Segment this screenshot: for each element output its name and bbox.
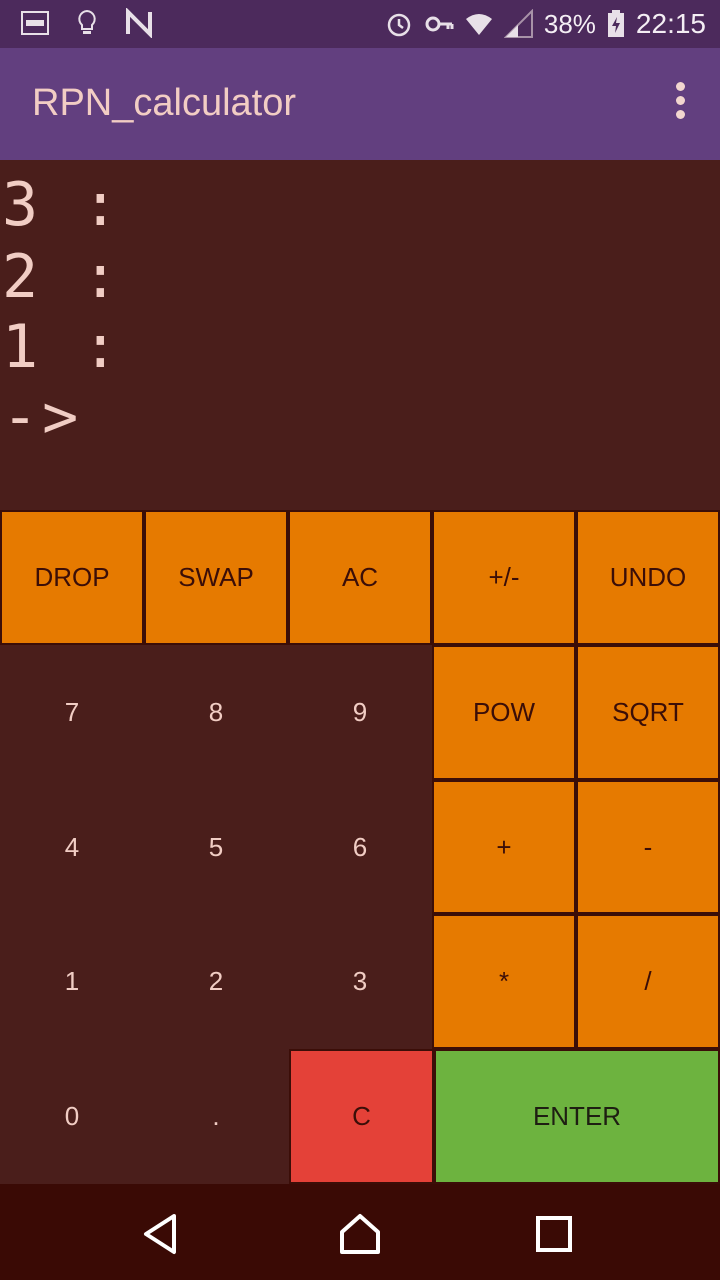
all-clear-button[interactable]: AC bbox=[288, 510, 432, 645]
digit-2-button[interactable]: 2 bbox=[144, 914, 288, 1049]
back-icon[interactable] bbox=[136, 1210, 184, 1258]
sqrt-button[interactable]: SQRT bbox=[576, 645, 720, 780]
digit-0-button[interactable]: 0 bbox=[0, 1049, 144, 1184]
signal-icon bbox=[503, 9, 533, 38]
input-prompt[interactable]: -> bbox=[2, 382, 82, 452]
keypad: DROP SWAP AC +/- UNDO 7 8 9 POW SQRT 4 5… bbox=[0, 510, 720, 1184]
screenshot-icon bbox=[21, 11, 49, 35]
clock: 22:15 bbox=[635, 8, 706, 39]
more-vertical-icon[interactable] bbox=[670, 82, 690, 126]
drop-button[interactable]: DROP bbox=[0, 510, 144, 645]
digit-4-button[interactable]: 4 bbox=[0, 780, 144, 914]
battery-percent: 38% bbox=[543, 8, 596, 39]
digit-9-button[interactable]: 9 bbox=[288, 645, 432, 780]
digit-6-button[interactable]: 6 bbox=[288, 780, 432, 914]
navigation-bar bbox=[0, 1184, 720, 1280]
multiply-button[interactable]: * bbox=[432, 914, 576, 1049]
digit-3-button[interactable]: 3 bbox=[288, 914, 432, 1049]
decimal-button[interactable]: . bbox=[144, 1049, 288, 1184]
enter-button[interactable]: ENTER bbox=[434, 1049, 720, 1184]
digit-1-button[interactable]: 1 bbox=[0, 914, 144, 1049]
undo-button[interactable]: UNDO bbox=[576, 510, 720, 645]
wifi-icon bbox=[465, 14, 492, 35]
clear-button[interactable]: C bbox=[289, 1049, 434, 1184]
recents-icon[interactable] bbox=[530, 1210, 578, 1258]
stack-level-2: 2 : bbox=[2, 242, 123, 312]
stack-display: 3 : 2 : 1 : -> bbox=[0, 160, 720, 510]
alarm-icon bbox=[387, 13, 411, 37]
digit-7-button[interactable]: 7 bbox=[0, 645, 144, 780]
battery-charging-icon bbox=[607, 10, 624, 37]
app-title: RPN_calculator bbox=[32, 82, 296, 124]
app-bar: RPN_calculator bbox=[0, 48, 720, 160]
lightbulb-icon bbox=[78, 9, 96, 34]
pow-button[interactable]: POW bbox=[432, 645, 576, 780]
home-icon[interactable] bbox=[336, 1210, 384, 1258]
add-button[interactable]: + bbox=[432, 780, 576, 914]
stack-level-3: 3 : bbox=[2, 170, 123, 240]
divide-button[interactable]: / bbox=[576, 914, 720, 1049]
negate-button[interactable]: +/- bbox=[432, 510, 576, 645]
status-bar: 38% 22:15 bbox=[0, 0, 720, 48]
swap-button[interactable]: SWAP bbox=[144, 510, 288, 645]
digit-8-button[interactable]: 8 bbox=[144, 645, 288, 780]
subtract-button[interactable]: - bbox=[576, 780, 720, 914]
stack-level-1: 1 : bbox=[2, 312, 123, 382]
n-logo-icon bbox=[126, 8, 152, 38]
vpn-key-icon bbox=[425, 16, 454, 32]
digit-5-button[interactable]: 5 bbox=[144, 780, 288, 914]
